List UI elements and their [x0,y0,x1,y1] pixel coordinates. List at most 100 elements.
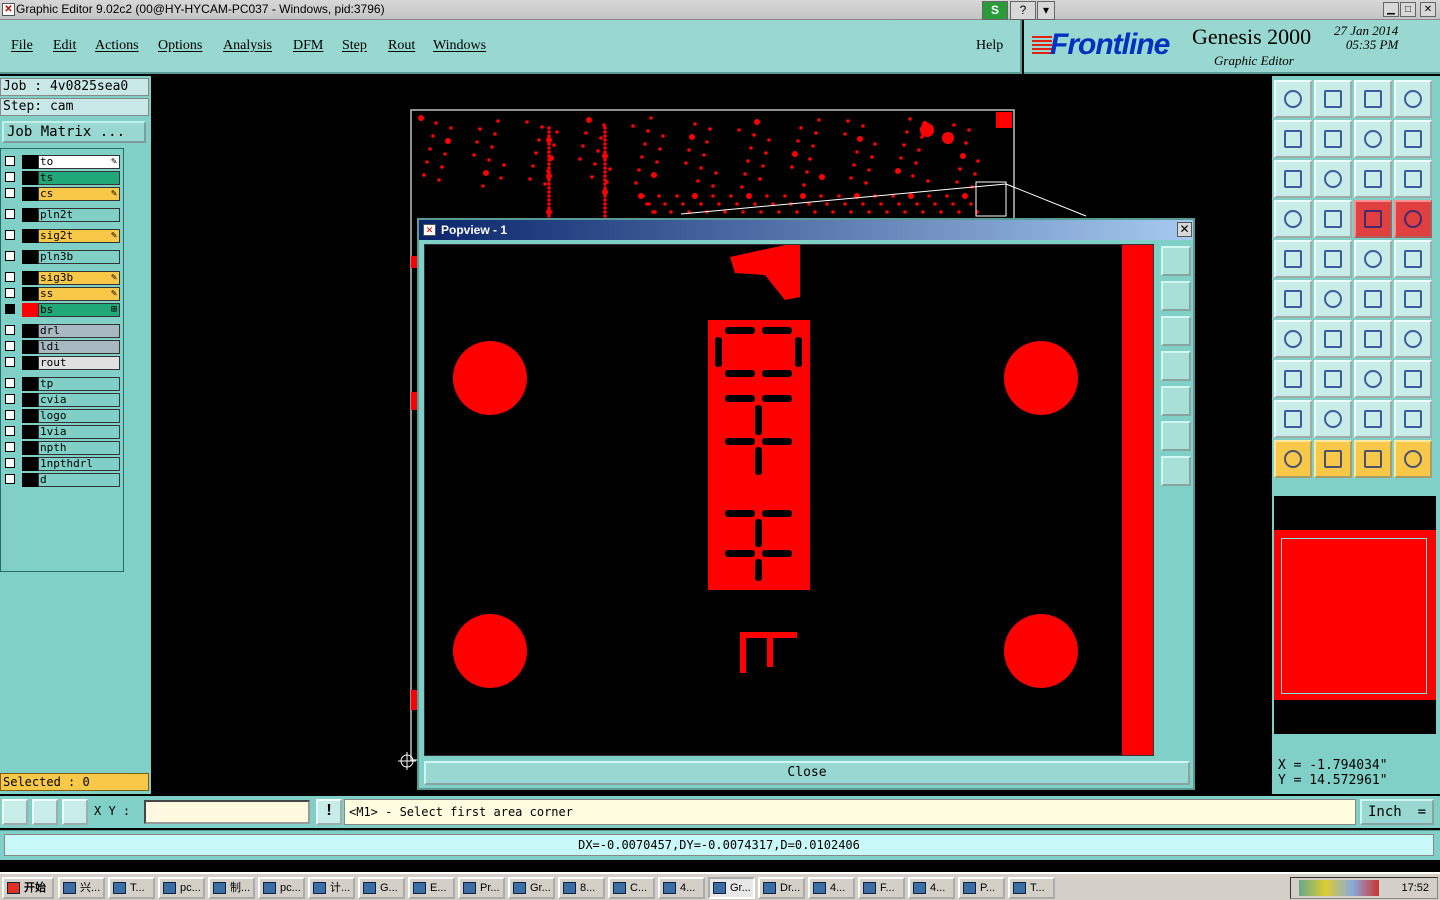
start-button[interactable]: 开始 [2,877,54,899]
layer-checkbox[interactable] [5,288,15,298]
nodes-icon[interactable] [1274,280,1312,318]
angle-mode-icon[interactable] [32,799,58,825]
taskbar-button[interactable]: Pr... [458,877,505,899]
unit-select[interactable]: Inch = [1360,799,1434,825]
menu-rout[interactable]: Rout [388,38,415,54]
layer-name[interactable]: to ✎ [38,155,120,169]
measure-icon[interactable] [1274,200,1312,238]
taskbar-button[interactable]: Gr... [508,877,555,899]
layer-color-swatch[interactable] [22,171,38,185]
hline-icon[interactable] [1314,360,1352,398]
pointer-icon[interactable] [1274,440,1312,478]
layer-row-cvia[interactable]: cvia [5,393,120,407]
layer-name[interactable]: d [38,473,120,487]
circle-icon[interactable] [1394,240,1432,278]
fit-screen-icon[interactable] [1274,160,1312,198]
alert-button[interactable]: ! [316,799,342,825]
slash-icon[interactable] [1314,320,1352,358]
taskbar-button[interactable]: pc... [258,877,305,899]
overview-map[interactable] [1274,496,1436,734]
layer-checkbox[interactable] [5,426,15,436]
layer-checkbox[interactable] [5,209,15,219]
angle-icon[interactable] [1274,320,1312,358]
layer-row-ldi[interactable]: ldi [5,340,120,354]
taskbar-button[interactable]: F... [858,877,905,899]
pan-left-icon[interactable] [1274,120,1312,158]
layer-color-swatch[interactable] [22,377,38,391]
layer-name[interactable]: npth [38,441,120,455]
query-icon[interactable] [1394,160,1432,198]
layer-color-swatch[interactable] [22,208,38,222]
layer-checkbox[interactable] [5,272,15,282]
layer-checkbox[interactable] [5,378,15,388]
help-query-button[interactable]: ? [1010,1,1036,20]
menu-file[interactable]: File [11,38,33,54]
layer-color-swatch[interactable] [22,356,38,370]
layer-row-pln2t[interactable]: pln2t [5,208,120,222]
popview-pan-up-icon[interactable] [1161,281,1191,311]
triangle-icon[interactable] [1274,400,1312,438]
pointer-3-icon[interactable] [1354,440,1392,478]
grid-icon[interactable] [1314,200,1352,238]
xy-input[interactable] [144,800,310,824]
layer-name[interactable]: cs ✎ [38,187,120,201]
layer-color-swatch[interactable] [22,441,38,455]
job-matrix-button[interactable]: Job Matrix ... [2,121,146,143]
popview-zoom-in-icon[interactable] [1161,421,1191,451]
layer-row-logo[interactable]: logo [5,409,120,423]
ruler-icon[interactable] [1354,240,1392,278]
layer-color-swatch[interactable] [22,324,38,338]
center-icon[interactable] [1314,160,1352,198]
layer-checkbox[interactable] [5,394,15,404]
layer-name[interactable]: bs ⊞ [38,303,120,317]
layer-color-swatch[interactable] [22,187,38,201]
layer-row-tp[interactable]: tp [5,377,120,391]
window-icon[interactable] [1394,80,1432,118]
layer-name[interactable]: tp [38,377,120,391]
layer-checkbox[interactable] [5,230,15,240]
layer-checkbox[interactable] [5,410,15,420]
taskbar-button[interactable]: P... [958,877,1005,899]
layer-color-swatch[interactable] [22,271,38,285]
popview-zoom-out-icon[interactable] [1161,456,1191,486]
layer-checkbox[interactable] [5,357,15,367]
layer-color-swatch[interactable] [22,425,38,439]
a-icon[interactable] [1354,400,1392,438]
layer-row-1via[interactable]: 1via [5,425,120,439]
layer-name[interactable]: ss ✎ [38,287,120,301]
layer-color-swatch[interactable] [22,409,38,423]
popview-close-button[interactable]: Close [424,761,1190,785]
layer-checkbox[interactable] [5,474,15,484]
s-tool-icon[interactable]: S [982,1,1008,20]
dropdown-arrow-icon[interactable]: ▾ [1037,1,1055,20]
taskbar-button[interactable]: E... [408,877,455,899]
home-icon[interactable] [1274,80,1312,118]
taskbar-button[interactable]: 计... [308,877,355,899]
layer-row-rout[interactable]: rout [5,356,120,370]
layer-color-swatch[interactable] [22,393,38,407]
menu-step[interactable]: Step [342,38,367,54]
layer-row-pln3b[interactable]: pln3b [5,250,120,264]
tray-icons[interactable] [1299,880,1379,896]
taskbar-button[interactable]: 4... [658,877,705,899]
popview-pan-left-icon[interactable] [1161,351,1191,381]
layer-row-1npthdrl[interactable]: 1npthdrl [5,457,120,471]
a-cross-icon[interactable] [1394,400,1432,438]
taskbar-button[interactable]: 4... [808,877,855,899]
layer-checkbox[interactable] [5,341,15,351]
pointer-2-icon[interactable] [1314,440,1352,478]
popview-pan-down-icon[interactable] [1161,316,1191,346]
maximize-button[interactable]: □ [1400,2,1416,17]
taskbar-button[interactable]: pc... [158,877,205,899]
taskbar-button[interactable]: 制... [208,877,255,899]
layer-color-swatch[interactable] [22,473,38,487]
taskbar-button[interactable]: 兴... [58,877,105,899]
fork-icon[interactable] [1394,320,1432,358]
layer-row-drl[interactable]: drl [5,324,120,338]
popview-canvas[interactable] [424,244,1154,756]
taskbar-button[interactable]: 4... [908,877,955,899]
layer-name[interactable]: rout [38,356,120,370]
layer-row-ss[interactable]: ss ✎ [5,287,120,301]
redraw-icon[interactable] [1394,120,1432,158]
taskbar-button[interactable]: G... [358,877,405,899]
